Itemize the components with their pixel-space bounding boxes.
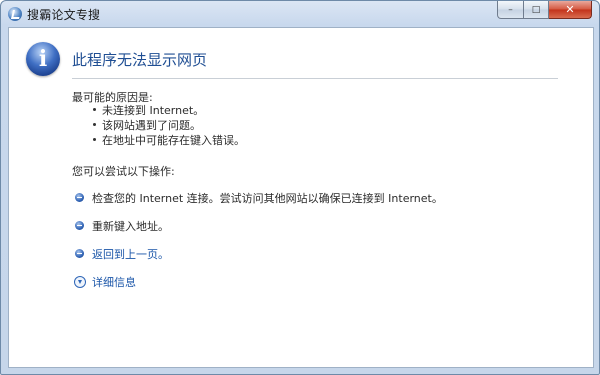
page-title: 此程序无法显示网页	[72, 51, 208, 69]
action-bullet-icon	[75, 249, 84, 258]
window-title: 搜霸论文专搜	[27, 8, 101, 22]
back-link[interactable]: 返回到上一页。	[92, 246, 169, 262]
browser-window: 搜霸论文专搜 – □ ✕ i 此程序无法显示网页 最可能的原因是: 未连接到 I…	[0, 0, 600, 375]
minimize-button[interactable]: –	[497, 1, 524, 19]
action-check-connection: 检查您的 Internet 连接。尝试访问其他网站以确保已连接到 Interne…	[92, 192, 443, 205]
bullet-dot	[93, 108, 96, 111]
close-button[interactable]: ✕	[549, 1, 592, 19]
cause-item: 未连接到 Internet。	[102, 104, 205, 117]
cause-item: 该网站遇到了问题。	[102, 119, 201, 132]
divider	[72, 78, 558, 79]
app-icon	[8, 7, 22, 21]
title-bar[interactable]: 搜霸论文专搜 – □ ✕	[1, 1, 599, 27]
actions-label: 您可以尝试以下操作:	[72, 165, 175, 178]
more-info-link[interactable]: 详细信息	[92, 274, 136, 290]
info-icon: i	[26, 42, 60, 76]
action-retype-address: 重新键入地址。	[92, 220, 169, 233]
cause-item: 在地址中可能存在键入错误。	[102, 134, 245, 147]
bullet-dot	[93, 123, 96, 126]
chevron-down-icon[interactable]	[74, 276, 86, 288]
window-controls: – □ ✕	[497, 1, 592, 19]
action-bullet-icon	[75, 221, 84, 230]
action-bullet-icon	[75, 193, 84, 202]
page-content: i 此程序无法显示网页 最可能的原因是: 未连接到 Internet。 该网站遇…	[8, 27, 594, 368]
maximize-button[interactable]: □	[524, 1, 549, 19]
bullet-dot	[93, 138, 96, 141]
